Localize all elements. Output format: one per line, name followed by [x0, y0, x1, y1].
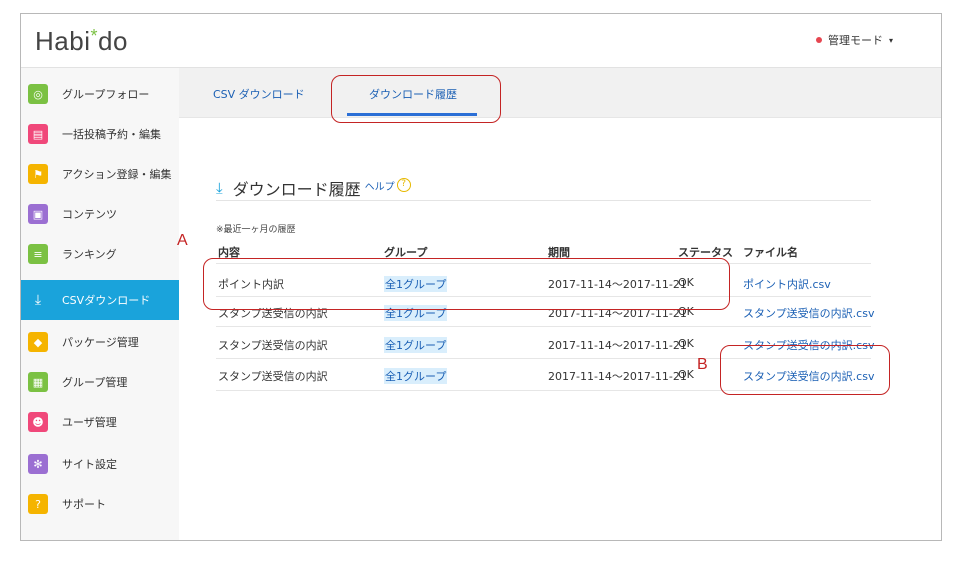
sidebar-item-label: ユーザ管理: [62, 416, 117, 429]
row-group: 全1グループ: [384, 337, 448, 353]
row-content: スタンプ送受信の内訳: [218, 370, 328, 383]
chevron-down-icon: ▾: [888, 35, 893, 45]
row-period: 2017-11-14〜2017-11-21: [548, 370, 687, 383]
annotation-label-a: A: [177, 232, 188, 249]
sidebar-item-action[interactable]: ⚑ アクション登録・編集: [21, 154, 179, 194]
logo-star-icon: *: [90, 26, 98, 46]
row-status: OK: [678, 337, 694, 350]
package-icon: ◆: [28, 332, 48, 352]
help-link[interactable]: ヘルプ: [365, 178, 395, 193]
top-bar: Habi*do 管理モード ▾: [21, 14, 941, 68]
sidebar-item-group-admin[interactable]: ▦ グループ管理: [21, 362, 179, 402]
status-dot-icon: [815, 37, 822, 43]
row-file-link[interactable]: ポイント内訳.csv: [743, 276, 831, 292]
sidebar-item-label: グループ管理: [62, 376, 128, 389]
group-icon: ▦: [28, 372, 48, 392]
follow-icon: ◎: [28, 84, 48, 104]
sidebar-item-label: コンテンツ: [62, 208, 117, 221]
sidebar-item-bulk-post[interactable]: ▤ 一括投稿予約・編集: [21, 114, 179, 154]
annotation-label-b: B: [697, 356, 708, 373]
history-note: ※最近一ヶ月の履歴: [216, 225, 296, 235]
sidebar-item-site-settings[interactable]: ✻ サイト設定: [21, 444, 179, 484]
post-icon: ▤: [28, 124, 48, 144]
logo-text-suffix: do: [98, 26, 128, 56]
row-period: 2017-11-14〜2017-11-21: [548, 339, 687, 352]
column-header-filename: ファイル名: [743, 246, 798, 259]
section-title-text: ダウンロード履歴: [232, 180, 361, 199]
habido-logo[interactable]: Habi*do: [35, 26, 128, 57]
admin-mode-label: 管理モード: [827, 34, 883, 47]
annotation-box-a: [203, 258, 730, 310]
sidebar: ◎ グループフォロー ▤ 一括投稿予約・編集 ⚑ アクション登録・編集 ▣ コン…: [21, 68, 179, 540]
sidebar-item-label: サイト設定: [62, 458, 117, 471]
sidebar-item-label: 一括投稿予約・編集: [62, 128, 161, 141]
download-icon: ⤓: [216, 179, 223, 197]
sidebar-item-label: パッケージ管理: [62, 336, 139, 349]
flag-icon: ⚑: [28, 164, 48, 184]
sidebar-item-label: アクション登録・編集: [62, 168, 172, 181]
row-file-link[interactable]: スタンプ送受信の内訳.csv: [743, 305, 874, 321]
ranking-icon: ≡: [28, 244, 48, 264]
sidebar-item-support[interactable]: ? サポート: [21, 484, 179, 524]
sidebar-item-ranking[interactable]: ≡ ランキング: [21, 234, 179, 274]
admin-mode-dropdown[interactable]: 管理モード ▾: [815, 32, 893, 48]
annotation-box-tab: [331, 75, 501, 123]
section-title: ⤓ ダウンロード履歴 ヘルプ ?: [216, 176, 411, 200]
sidebar-item-group-follow[interactable]: ◎ グループフォロー: [21, 74, 179, 114]
row-group: 全1グループ: [384, 368, 448, 384]
download-icon: ⤓: [34, 292, 42, 308]
sidebar-item-package[interactable]: ◆ パッケージ管理: [21, 322, 179, 362]
help-icon[interactable]: ?: [396, 178, 411, 192]
settings-icon: ✻: [28, 454, 48, 474]
sidebar-item-contents[interactable]: ▣ コンテンツ: [21, 194, 179, 234]
contents-icon: ▣: [28, 204, 48, 224]
sidebar-item-user-admin[interactable]: ☻ ユーザ管理: [21, 402, 179, 442]
row-content: スタンプ送受信の内訳: [218, 339, 328, 352]
sidebar-item-label: グループフォロー: [62, 88, 150, 101]
row-status: OK: [678, 368, 694, 381]
user-icon: ☻: [28, 412, 48, 432]
section-divider: [216, 200, 871, 201]
support-icon: ?: [28, 494, 48, 514]
sidebar-item-label: CSVダウンロード: [62, 294, 151, 307]
sidebar-item-label: サポート: [62, 498, 106, 511]
annotation-box-b: [720, 345, 890, 395]
row-divider: [216, 326, 871, 327]
tab-bar: CSV ダウンロード ダウンロード履歴: [179, 68, 941, 118]
logo-text: Habi: [35, 26, 91, 56]
sidebar-item-label: ランキング: [62, 248, 117, 261]
sidebar-item-csv-download[interactable]: ⤓ CSVダウンロード: [21, 280, 179, 320]
tab-csv-download[interactable]: CSV ダウンロード: [213, 86, 305, 102]
